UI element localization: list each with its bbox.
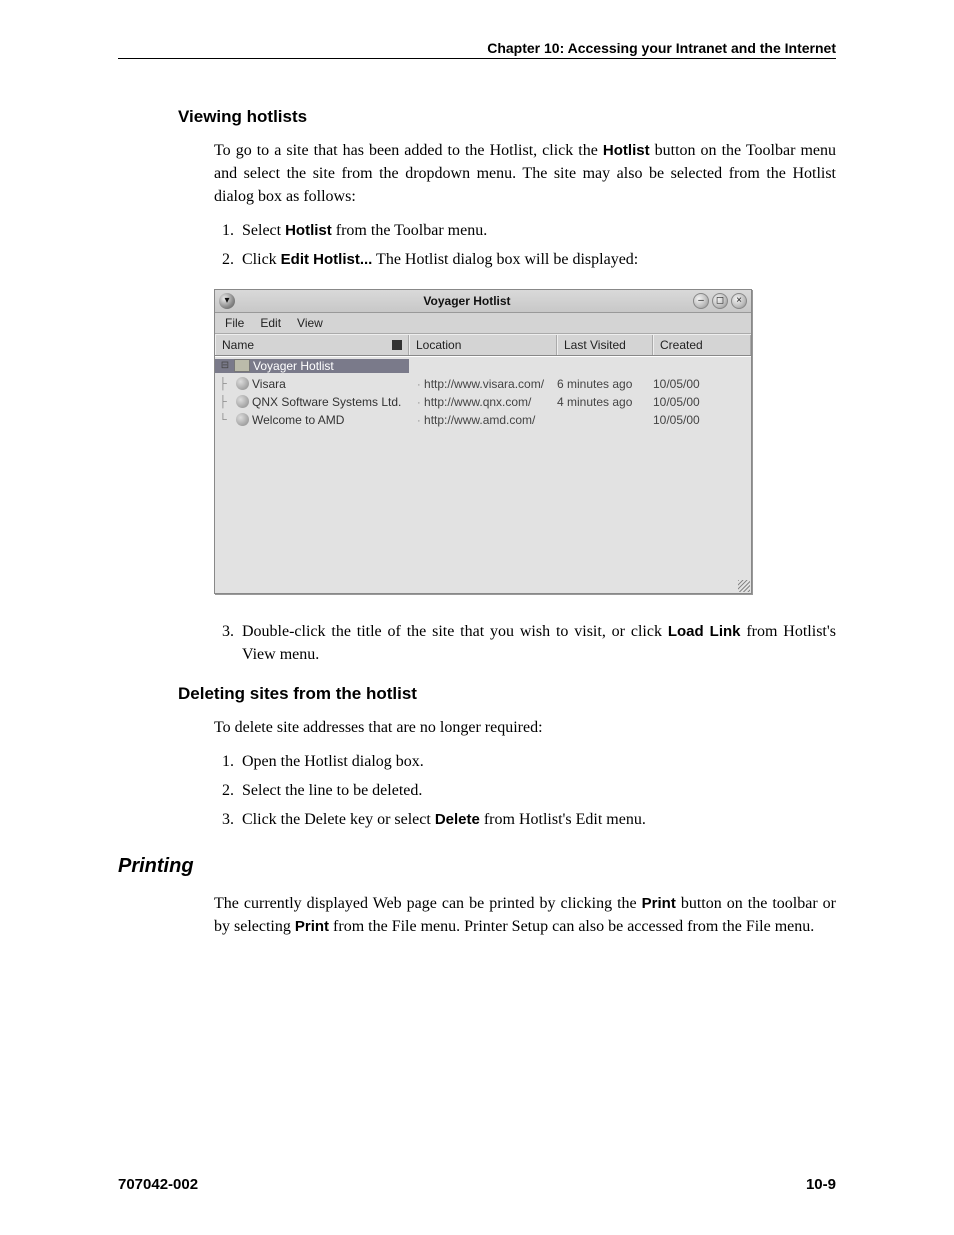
tree-branch-icon: ├ [219, 378, 233, 390]
bold: Hotlist [285, 222, 332, 239]
collapse-icon[interactable]: ⊟ [219, 360, 231, 372]
window-title: Voyager Hotlist [241, 294, 693, 308]
hotlist-dialog: ▾ Voyager Hotlist – ◻ × File Edit View N… [214, 289, 752, 594]
app-menu-icon[interactable]: ▾ [219, 293, 235, 309]
bold: Print [295, 918, 329, 935]
list-item[interactable]: └ Welcome to AMD · http://www.amd.com/ 1… [215, 411, 751, 429]
bold: Print [642, 895, 676, 912]
item-name: QNX Software Systems Ltd. [252, 395, 401, 409]
col-created[interactable]: Created [653, 335, 751, 355]
tree-branch-icon: ├ [219, 396, 233, 408]
item-loc: http://www.visara.com/ [424, 377, 544, 391]
list-area[interactable]: ⊟ Voyager Hotlist ├ Visara · http://www.… [215, 356, 751, 593]
tree-root-row[interactable]: ⊟ Voyager Hotlist [215, 357, 751, 375]
item-name: Visara [252, 377, 286, 391]
footer-right: 10-9 [806, 1176, 836, 1193]
printing-paragraph: The currently displayed Web page can be … [214, 892, 836, 938]
heading-viewing-hotlists: Viewing hotlists [178, 107, 836, 127]
bold: Edit Hotlist... [281, 251, 373, 268]
menu-edit[interactable]: Edit [260, 316, 281, 330]
page-footer: 707042-002 10-9 [118, 1176, 836, 1193]
menu-view[interactable]: View [297, 316, 323, 330]
step-3: Double-click the title of the site that … [238, 620, 836, 666]
minimize-button[interactable]: – [693, 293, 709, 309]
steps-list-2: Open the Hotlist dialog box. Select the … [214, 750, 836, 832]
heading-deleting: Deleting sites from the hotlist [178, 684, 836, 704]
column-headers: Name Location Last Visited Created [215, 334, 751, 356]
deleting-intro: To delete site addresses that are no lon… [214, 716, 836, 739]
resize-grip-icon[interactable] [738, 580, 750, 592]
intro-paragraph: To go to a site that has been added to t… [214, 139, 836, 209]
globe-icon [236, 395, 249, 408]
steps-list-1: Select Hotlist from the Toolbar menu. Cl… [214, 219, 836, 271]
item-created: 10/05/00 [653, 413, 751, 427]
steps-list-1b: Double-click the title of the site that … [214, 620, 836, 666]
text: The currently displayed Web page can be … [214, 895, 642, 912]
text: Click [242, 251, 281, 268]
col-name-label: Name [222, 338, 254, 352]
text: from the File menu. Printer Setup can al… [329, 918, 814, 935]
col-last-visited[interactable]: Last Visited [557, 335, 653, 355]
text: Click the Delete key or select [242, 811, 435, 828]
item-last: 6 minutes ago [557, 377, 653, 391]
del-step-1: Open the Hotlist dialog box. [238, 750, 836, 773]
root-label: Voyager Hotlist [253, 359, 334, 373]
hotlist-bold: Hotlist [603, 142, 650, 159]
item-last: 4 minutes ago [557, 395, 653, 409]
bold: Delete [435, 811, 480, 828]
text: To go to a site that has been added to t… [214, 142, 603, 159]
item-created: 10/05/00 [653, 377, 751, 391]
tree-branch-icon: └ [219, 414, 233, 426]
del-step-2: Select the line to be deleted. [238, 779, 836, 802]
page-header: Chapter 10: Accessing your Intranet and … [118, 40, 836, 59]
column-sort-icon[interactable] [392, 340, 402, 350]
folder-icon [234, 359, 250, 372]
col-location[interactable]: Location [409, 335, 557, 355]
item-name: Welcome to AMD [252, 413, 344, 427]
footer-left: 707042-002 [118, 1176, 198, 1193]
step-2: Click Edit Hotlist... The Hotlist dialog… [238, 248, 836, 271]
globe-icon [236, 413, 249, 426]
del-step-3: Click the Delete key or select Delete fr… [238, 808, 836, 831]
item-created: 10/05/00 [653, 395, 751, 409]
menu-file[interactable]: File [225, 316, 244, 330]
bold: Load Link [668, 623, 741, 640]
menubar: File Edit View [215, 313, 751, 334]
col-name[interactable]: Name [215, 335, 409, 355]
text: Double-click the title of the site that … [242, 623, 668, 640]
globe-icon [236, 377, 249, 390]
item-loc: http://www.qnx.com/ [424, 395, 531, 409]
heading-printing: Printing [118, 855, 836, 878]
item-loc: http://www.amd.com/ [424, 413, 535, 427]
maximize-button[interactable]: ◻ [712, 293, 728, 309]
titlebar[interactable]: ▾ Voyager Hotlist – ◻ × [215, 290, 751, 313]
text: from Hotlist's Edit menu. [480, 811, 646, 828]
list-item[interactable]: ├ QNX Software Systems Ltd. · http://www… [215, 393, 751, 411]
close-button[interactable]: × [731, 293, 747, 309]
text: Select [242, 222, 285, 239]
text: The Hotlist dialog box will be displayed… [372, 251, 638, 268]
list-item[interactable]: ├ Visara · http://www.visara.com/ 6 minu… [215, 375, 751, 393]
step-1: Select Hotlist from the Toolbar menu. [238, 219, 836, 242]
text: from the Toolbar menu. [332, 222, 487, 239]
